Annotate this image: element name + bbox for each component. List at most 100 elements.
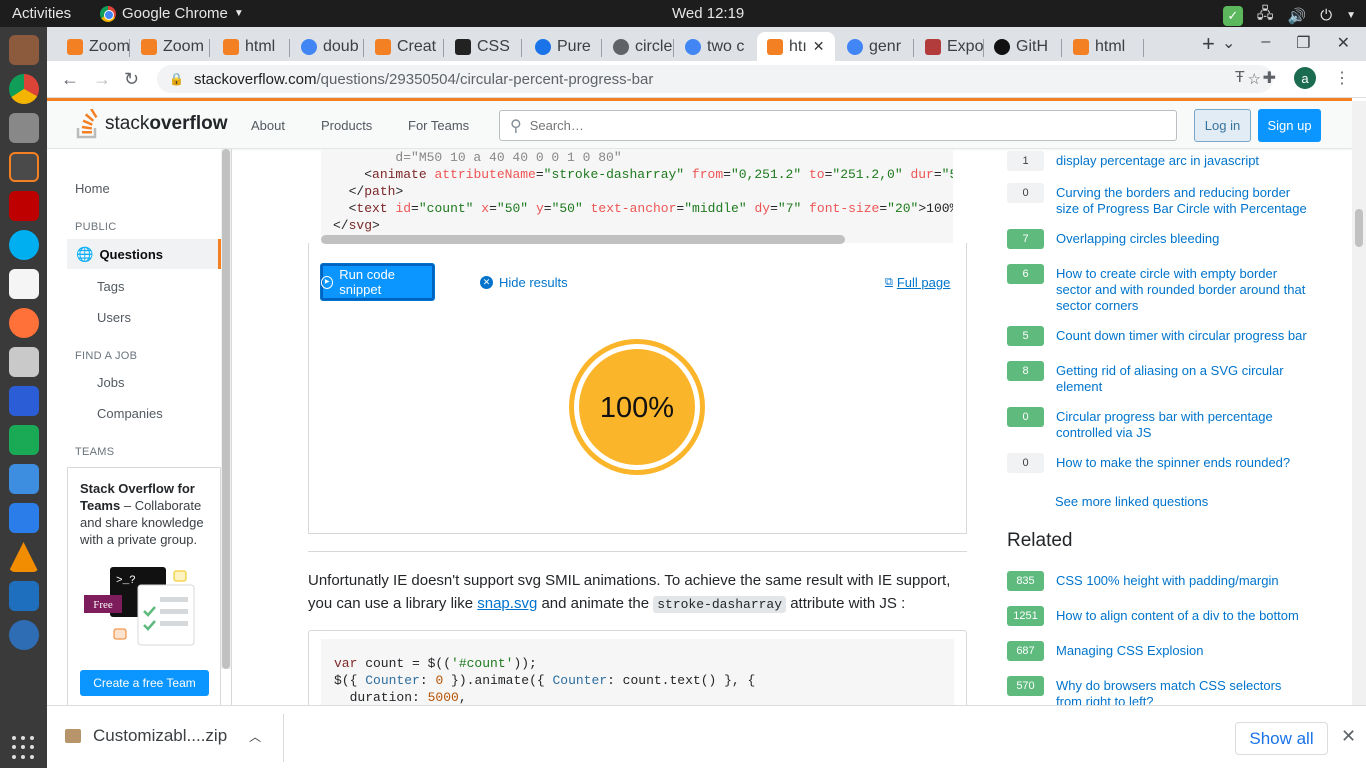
download-item[interactable]: Customizabl....zip ︿ [65, 726, 261, 746]
linked-question-link[interactable]: Overlapping circles bleeding [1056, 231, 1311, 249]
tab[interactable]: html [1063, 32, 1143, 61]
tab[interactable]: circle [603, 32, 673, 61]
lock-icon[interactable]: 🔒 [169, 72, 184, 86]
spreadsheet-icon[interactable] [8, 425, 39, 455]
tab[interactable]: Expo [915, 32, 983, 61]
address-bar[interactable]: 🔒 stackoverflow.com/questions/29350504/c… [157, 65, 1273, 93]
tab[interactable]: two c [675, 32, 755, 61]
tab-label: two c [707, 37, 745, 55]
show-apps-icon[interactable] [11, 736, 36, 760]
close-icon[interactable]: ✕ [1341, 726, 1356, 747]
signup-button[interactable]: Sign up [1258, 109, 1321, 142]
close-icon[interactable]: ✕ [1337, 33, 1350, 53]
forward-icon[interactable]: → [93, 69, 111, 90]
linked-question-link[interactable]: Getting rid of aliasing on a SVG circula… [1056, 363, 1311, 395]
related-question-link[interactable]: How to align content of a div to the bot… [1056, 608, 1311, 626]
run-snippet-button[interactable]: ▶ Run code snippet [320, 263, 435, 301]
nav-questions[interactable]: 🌐 Questions [67, 239, 221, 269]
firefox-icon[interactable] [8, 308, 39, 338]
so-logo[interactable]: stackoverflow [75, 109, 227, 139]
full-page-link[interactable]: ⧉ Full page [885, 275, 950, 290]
linked-question-link[interactable]: How to make the spinner ends rounded? [1056, 455, 1311, 473]
search-box[interactable]: ⚲ [499, 110, 1177, 141]
vlc-icon[interactable] [8, 542, 39, 572]
tab[interactable]: GitH [984, 32, 1061, 61]
tab[interactable]: Zoom [131, 32, 209, 61]
sidebar-scrollbar[interactable] [221, 149, 231, 669]
url-domain: stackoverflow.com [193, 70, 317, 88]
sidebar-scroll-thumb[interactable] [222, 149, 230, 669]
page-scrollbar[interactable] [1352, 101, 1366, 705]
sublime-icon[interactable] [8, 152, 39, 182]
vscode-icon[interactable] [8, 581, 39, 611]
search-input[interactable] [529, 118, 1130, 133]
update-icon[interactable]: ✓ [1222, 5, 1243, 26]
see-more-linked-link[interactable]: See more linked questions [1055, 494, 1208, 509]
tab[interactable]: html [213, 32, 289, 61]
linked-question-link[interactable]: Circular progress bar with percentage co… [1056, 409, 1311, 441]
nav-about[interactable]: About [251, 118, 285, 133]
snap-svg-link[interactable]: snap.svg [477, 595, 537, 612]
related-question-link[interactable]: Why do browsers match CSS selectors from… [1056, 678, 1311, 705]
nav-products[interactable]: Products [321, 118, 372, 133]
tab-label: htı [789, 37, 807, 55]
document-icon[interactable] [8, 464, 39, 494]
linked-question-link[interactable]: How to create circle with empty border s… [1056, 266, 1311, 314]
nav-users[interactable]: Users [97, 310, 131, 325]
menu-icon[interactable]: ⋮ [1334, 68, 1350, 88]
maximize-icon[interactable]: ❐ [1296, 33, 1310, 53]
text-editor-icon[interactable] [8, 269, 39, 299]
network-icon[interactable]: 🖧 [1257, 3, 1274, 28]
tab[interactable]: htı ✕ [757, 32, 835, 61]
nav-tags[interactable]: Tags [97, 279, 124, 294]
related-question-link[interactable]: CSS 100% height with padding/margin [1056, 573, 1311, 591]
translate-icon[interactable]: Ŧ [1235, 69, 1245, 87]
page-scroll-thumb[interactable] [1355, 209, 1363, 247]
nav-companies[interactable]: Companies [97, 406, 163, 421]
nav-jobs[interactable]: Jobs [97, 375, 124, 390]
chevron-up-icon[interactable]: ︿ [249, 728, 261, 745]
show-all-button[interactable]: Show all [1235, 722, 1328, 755]
volume-icon[interactable]: 🔊 [1288, 7, 1307, 25]
related-question-link[interactable]: Managing CSS Explosion [1056, 643, 1311, 661]
tab-separator [601, 39, 602, 57]
filezilla-icon[interactable] [8, 191, 39, 221]
nav-for-teams[interactable]: For Teams [408, 118, 469, 133]
tab[interactable]: Zoom [57, 32, 129, 61]
webstorm-icon[interactable] [8, 386, 39, 416]
screenshot-icon[interactable] [8, 113, 39, 143]
chrome-icon[interactable] [8, 74, 39, 104]
linked-question-link[interactable]: Count down timer with circular progress … [1056, 328, 1311, 346]
skype-icon[interactable] [8, 230, 39, 260]
files-icon[interactable] [8, 35, 39, 65]
create-team-button[interactable]: Create a free Team [80, 670, 209, 696]
login-button[interactable]: Log in [1194, 109, 1251, 142]
profile-avatar[interactable]: a [1294, 67, 1316, 89]
power-icon[interactable]: ⏻ [1320, 7, 1332, 24]
activities-button[interactable]: Activities [12, 5, 71, 22]
reload-icon[interactable]: ↻ [124, 69, 139, 90]
writer-icon[interactable] [8, 503, 39, 533]
linked-question-link[interactable]: display percentage arc in javascript [1056, 153, 1311, 171]
tab[interactable]: CSS [445, 32, 521, 61]
chevron-down-icon[interactable]: ▼ [1346, 10, 1356, 21]
back-icon[interactable]: ← [61, 69, 79, 90]
tab-close-icon[interactable]: ✕ [813, 38, 825, 55]
extensions-icon[interactable]: ✚ [1263, 68, 1276, 88]
score-badge: 1 [1007, 151, 1044, 171]
tab[interactable]: Creat [365, 32, 443, 61]
remmina-icon[interactable] [8, 620, 39, 650]
system-tray[interactable]: ✓ 🖧 🔊 ⏻ ▼ [1222, 3, 1356, 28]
hide-results-button[interactable]: ✕ Hide results [480, 275, 568, 290]
app-menu[interactable]: Google Chrome ▼ [100, 5, 244, 22]
minimize-icon[interactable]: – [1261, 33, 1270, 53]
clock[interactable]: Wed 12:19 [672, 5, 744, 22]
linked-question-link[interactable]: Curving the borders and reducing border … [1056, 185, 1311, 217]
nav-home[interactable]: Home [75, 181, 110, 196]
tab[interactable]: doub [291, 32, 363, 61]
archive-icon[interactable] [8, 347, 39, 377]
new-tab-button[interactable]: + [1202, 31, 1215, 57]
tab[interactable]: Pure [525, 32, 601, 61]
tab-search-icon[interactable]: ⌄ [1222, 33, 1235, 53]
tab[interactable]: genr [837, 32, 913, 61]
